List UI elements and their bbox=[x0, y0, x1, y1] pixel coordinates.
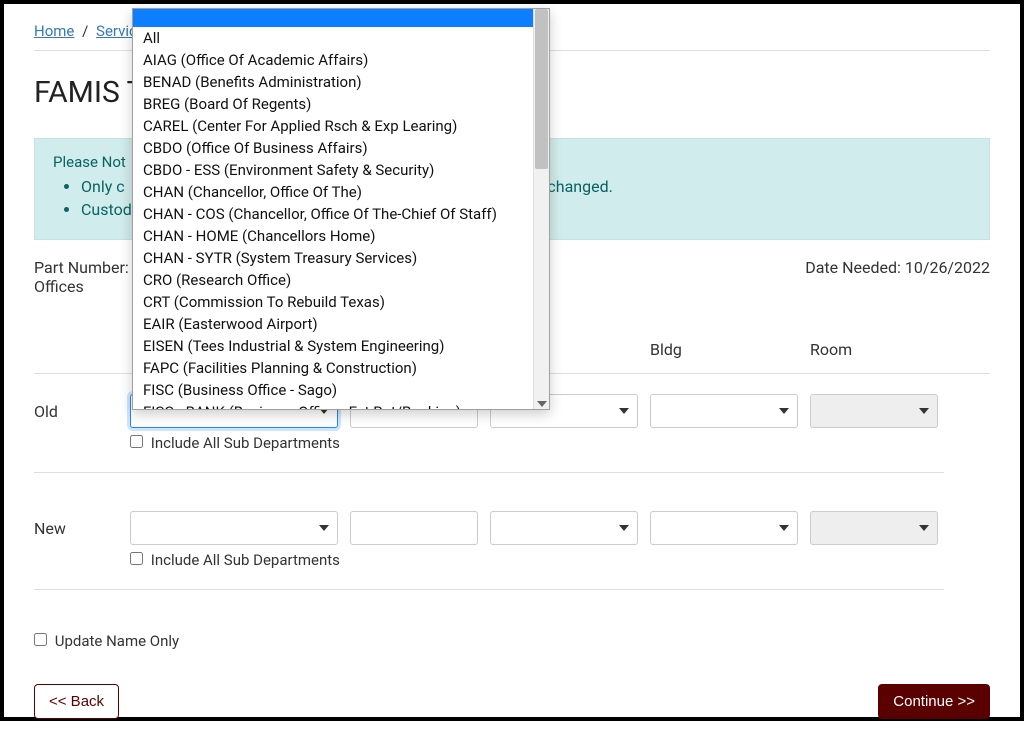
dropdown-option[interactable]: AIAG (Office Of Academic Affairs) bbox=[133, 49, 533, 71]
dropdown-option[interactable]: FISC (Business Office - Sago) bbox=[133, 379, 533, 401]
dropdown-option[interactable] bbox=[133, 9, 533, 27]
new-dept-select[interactable] bbox=[130, 511, 338, 545]
back-button[interactable]: << Back bbox=[34, 684, 119, 719]
dropdown-option[interactable]: CHAN - COS (Chancellor, Office Of The-Ch… bbox=[133, 203, 533, 225]
dropdown-option[interactable]: CHAN - SYTR (System Treasury Services) bbox=[133, 247, 533, 269]
new-include-sub-checkbox[interactable] bbox=[130, 552, 143, 565]
new-input-2[interactable] bbox=[350, 511, 478, 545]
dropdown-option[interactable]: EISEN (Tees Industrial & System Engineer… bbox=[133, 335, 533, 357]
dropdown-option[interactable]: FISC - BANK (Business Office - Ext Rpt/B… bbox=[133, 401, 533, 409]
old-bldg-select[interactable] bbox=[650, 394, 798, 428]
part-number-label: Part Number: bbox=[34, 258, 129, 277]
dropdown-scrollbar[interactable] bbox=[533, 9, 549, 409]
dropdown-option[interactable]: EAIR (Easterwood Airport) bbox=[133, 313, 533, 335]
new-cc-select[interactable] bbox=[490, 511, 638, 545]
offices-label: Offices bbox=[34, 277, 129, 296]
update-name-label: Update Name Only bbox=[55, 632, 179, 650]
new-bldg-select[interactable] bbox=[650, 511, 798, 545]
dropdown-option[interactable]: BENAD (Benefits Administration) bbox=[133, 71, 533, 93]
row-old-label: Old bbox=[34, 402, 124, 421]
dropdown-option[interactable]: CBDO (Office Of Business Affairs) bbox=[133, 137, 533, 159]
row-new: New Include All Sub Departments bbox=[34, 499, 990, 616]
dropdown-option[interactable]: CHAN (Chancellor, Office Of The) bbox=[133, 181, 533, 203]
new-room-select[interactable] bbox=[810, 511, 938, 545]
old-include-sub-label: Include All Sub Departments bbox=[151, 434, 340, 452]
update-name-checkbox[interactable] bbox=[34, 633, 47, 646]
dropdown-option[interactable]: CBDO - ESS (Environment Safety & Securit… bbox=[133, 159, 533, 181]
dept-dropdown-popup[interactable]: AllAIAG (Office Of Academic Affairs)BENA… bbox=[132, 8, 550, 410]
dropdown-option[interactable]: CRT (Commission To Rebuild Texas) bbox=[133, 291, 533, 313]
row-new-label: New bbox=[34, 519, 124, 538]
dropdown-option[interactable]: CHAN - HOME (Chancellors Home) bbox=[133, 225, 533, 247]
col-bldg: Bldg bbox=[644, 336, 804, 363]
dropdown-option[interactable]: CRO (Research Office) bbox=[133, 269, 533, 291]
date-needed-label: Date Needed: bbox=[805, 258, 901, 277]
dropdown-option[interactable]: FAPC (Facilities Planning & Construction… bbox=[133, 357, 533, 379]
breadcrumb-service[interactable]: Servic bbox=[96, 22, 137, 40]
continue-button[interactable]: Continue >> bbox=[878, 684, 990, 719]
new-include-sub-label: Include All Sub Departments bbox=[151, 551, 340, 569]
old-room-select[interactable] bbox=[810, 394, 938, 428]
dept-dropdown-list[interactable]: AllAIAG (Office Of Academic Affairs)BENA… bbox=[133, 9, 533, 409]
col-room: Room bbox=[804, 336, 944, 363]
chevron-down-icon[interactable] bbox=[537, 401, 547, 407]
update-name-row: Update Name Only bbox=[34, 632, 990, 650]
breadcrumb-home[interactable]: Home bbox=[34, 22, 74, 40]
dropdown-option[interactable]: CAREL (Center For Applied Rsch & Exp Lea… bbox=[133, 115, 533, 137]
date-needed-value: 10/26/2022 bbox=[905, 258, 990, 277]
dropdown-scrollbar-thumb[interactable] bbox=[535, 9, 548, 169]
dropdown-option[interactable]: BREG (Board Of Regents) bbox=[133, 93, 533, 115]
dropdown-option[interactable]: All bbox=[133, 27, 533, 49]
old-include-sub-checkbox[interactable] bbox=[130, 435, 143, 448]
